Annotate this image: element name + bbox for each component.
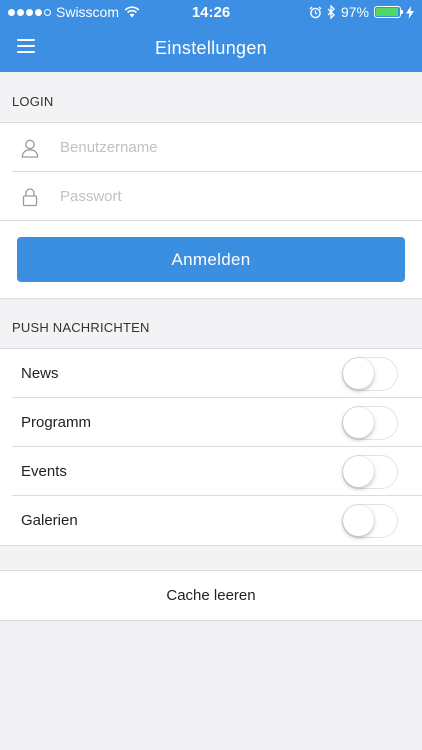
username-row — [0, 123, 422, 172]
login-section-title: LOGIN — [12, 94, 54, 109]
push-item-news: News — [0, 349, 422, 398]
events-toggle[interactable] — [342, 454, 398, 489]
battery-icon — [374, 6, 403, 18]
battery-level-fill — [376, 8, 399, 16]
status-bar-left: Swisscom — [8, 4, 158, 20]
status-bar: Swisscom 14:26 97% — [0, 0, 422, 24]
section-spacer — [0, 546, 422, 570]
username-input[interactable] — [60, 139, 390, 156]
push-item-label: Galerien — [21, 512, 78, 529]
password-row — [0, 172, 422, 221]
push-item-galerien: Galerien — [0, 496, 422, 545]
galerien-toggle[interactable] — [342, 503, 398, 538]
battery-percentage: 97% — [340, 4, 369, 20]
wifi-icon — [124, 6, 140, 18]
push-section-title: PUSH NACHRICHTEN — [12, 320, 150, 335]
news-toggle[interactable] — [342, 356, 398, 391]
charging-bolt-icon — [406, 5, 414, 19]
push-section-header: PUSH NACHRICHTEN — [0, 299, 422, 348]
alarm-clock-icon — [309, 6, 322, 18]
navigation-bar: Einstellungen — [0, 24, 422, 72]
hamburger-menu-icon[interactable] — [17, 39, 35, 53]
push-item-label: News — [21, 365, 59, 382]
programm-toggle[interactable] — [342, 405, 398, 440]
bluetooth-icon — [327, 5, 335, 19]
status-bar-right: 97% — [264, 4, 414, 20]
signal-strength-icon — [8, 8, 51, 16]
push-item-label: Programm — [21, 414, 92, 431]
login-section-header: LOGIN — [0, 72, 422, 122]
user-icon — [21, 139, 39, 158]
push-item-label: Events — [21, 463, 67, 480]
clear-cache-button[interactable]: Cache leeren — [0, 571, 422, 620]
password-input[interactable] — [60, 188, 390, 205]
push-item-events: Events — [0, 447, 422, 496]
carrier-name: Swisscom — [56, 4, 120, 20]
status-time: 14:26 — [191, 3, 231, 21]
login-button[interactable]: Anmelden — [17, 237, 405, 282]
push-item-programm: Programm — [0, 398, 422, 447]
lock-icon — [22, 187, 38, 206]
page-title: Einstellungen — [155, 37, 267, 58]
